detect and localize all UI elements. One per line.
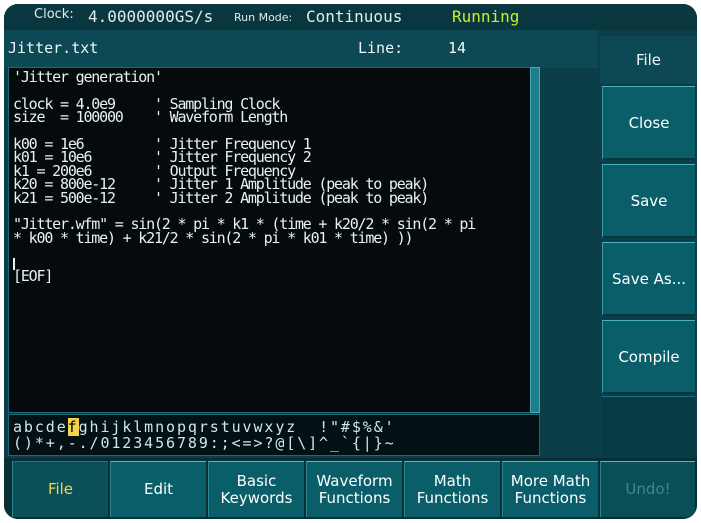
compile-button[interactable]: Compile (602, 320, 695, 394)
status-bar: Clock: 4.0000000GS/s Run Mode: Continuou… (4, 4, 697, 30)
editor-scrollbar[interactable] (530, 67, 540, 413)
code-line[interactable]: size = 100000 ' Waveform Length (13, 109, 475, 124)
side-panel-empty (602, 396, 695, 467)
char-row-2[interactable]: ()*+,-./0123456789:;<=>?@[\]^_`{|}~ (13, 434, 396, 452)
app-window: Clock: 4.0000000GS/s Run Mode: Continuou… (4, 4, 697, 519)
run-mode-label: Run Mode: (234, 11, 293, 24)
file-name: Jitter.txt (8, 39, 99, 57)
code-line[interactable]: [EOF] (13, 268, 475, 283)
tab-more-math-functions[interactable]: More Math Functions (502, 461, 598, 517)
save-button[interactable]: Save (602, 164, 695, 238)
tab-math-functions[interactable]: Math Functions (404, 461, 500, 517)
tab-edit[interactable]: Edit (110, 461, 206, 517)
code-line[interactable]: 'Jitter generation' (13, 69, 475, 84)
tab-file[interactable]: File (12, 461, 108, 517)
line-label: Line: (358, 39, 404, 57)
editor-header: Jitter.txt Line: 14 (4, 30, 598, 68)
character-picker[interactable]: abcdefghijklmnopqrstuvwxyz !"#$%&' ()*+,… (8, 414, 540, 456)
tab-waveform-functions[interactable]: Waveform Functions (306, 461, 402, 517)
line-number: 14 (448, 39, 467, 57)
save-as-button[interactable]: Save As... (602, 242, 695, 316)
run-state: Running (452, 7, 520, 26)
close-button[interactable]: Close (602, 86, 695, 160)
code-line[interactable]: k21 = 500e-12 ' Jitter 2 Amplitude (peak… (13, 190, 475, 205)
code-line[interactable] (13, 245, 475, 258)
bottom-tab-bar: File Edit Basic Keywords Waveform Functi… (4, 458, 697, 519)
tab-basic-keywords[interactable]: Basic Keywords (208, 461, 304, 517)
side-panel-title: File (600, 36, 697, 84)
editor-text[interactable]: 'Jitter generation' clock = 4.0e9 ' Samp… (13, 69, 476, 283)
run-mode-value: Continuous (306, 7, 403, 26)
clock-value: 4.0000000GS/s (88, 7, 214, 26)
code-editor[interactable]: 'Jitter generation' clock = 4.0e9 ' Samp… (8, 67, 532, 413)
clock-label: Clock: (34, 7, 74, 22)
code-line[interactable]: * k00 * time) + k21/2 * sin(2 * pi * k01… (13, 230, 475, 245)
tab-undo[interactable]: Undo! (600, 461, 695, 517)
